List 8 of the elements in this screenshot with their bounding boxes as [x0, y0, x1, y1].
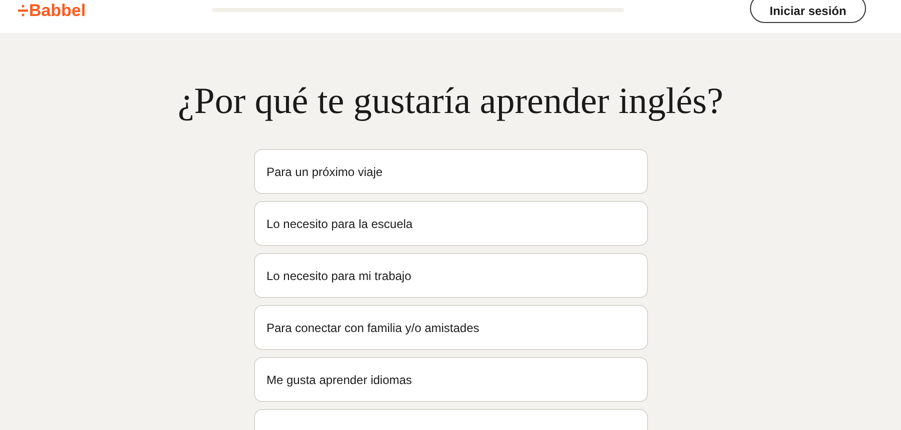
plus-logo-icon — [18, 5, 28, 17]
login-button[interactable]: Iniciar sesión — [750, 0, 866, 23]
answer-option[interactable]: Lo necesito para la escuela — [254, 201, 648, 246]
question-title: ¿Por qué te gustaría aprender inglés? — [176, 80, 724, 124]
answer-option[interactable]: Para un próximo viaje — [254, 149, 648, 194]
answer-option[interactable]: Me gusta aprender idiomas — [254, 357, 648, 402]
answer-option[interactable]: Lo necesito para mi trabajo — [254, 253, 648, 298]
answer-option[interactable]: Para conectar con familia y/o amistades — [254, 305, 648, 350]
